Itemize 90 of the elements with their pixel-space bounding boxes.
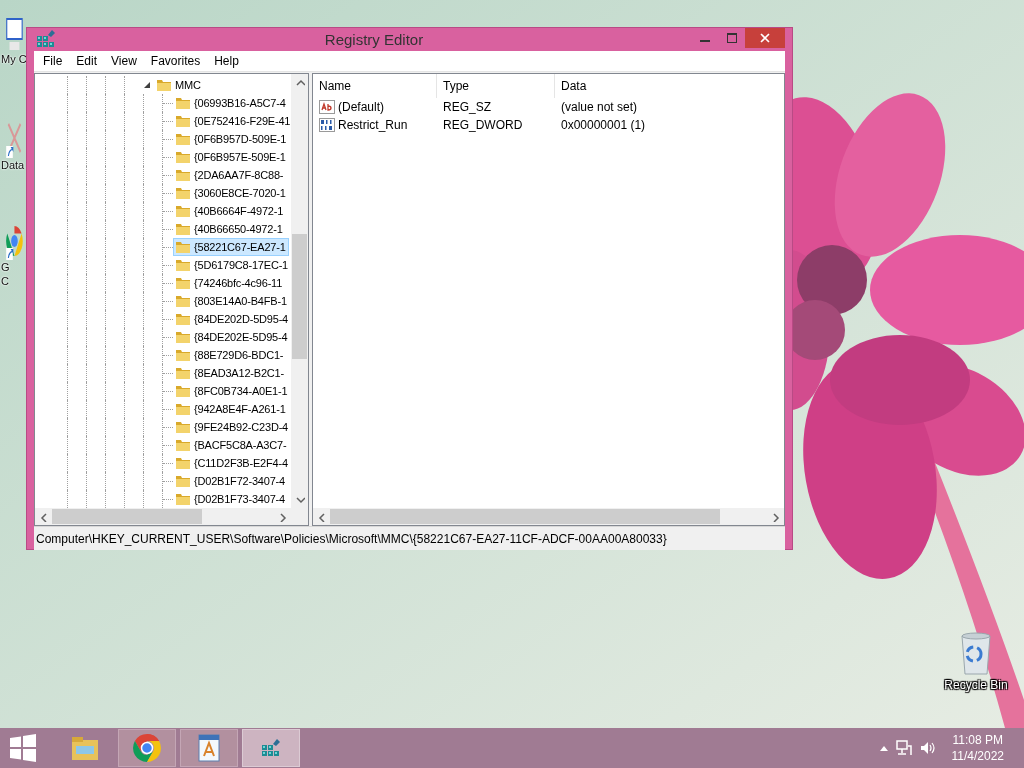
folder-icon [175,113,191,129]
folder-icon [156,77,172,93]
icon-label: Data [1,158,25,172]
windows-logo-icon [9,734,37,762]
menu-item[interactable]: Help [207,54,246,68]
value-name[interactable]: (Default) [313,98,437,116]
folder-icon [175,239,191,255]
registry-app-icon[interactable] [35,28,57,50]
tree-item[interactable]: {C11D2F3B-E2F4-4 [173,454,291,472]
tree-item[interactable]: {BACF5C8A-A3C7- [173,436,290,454]
folder-icon [175,185,191,201]
caret-up-icon [879,745,888,751]
tree-item[interactable]: {06993B16-A5C7-4 [173,94,289,112]
tree-item[interactable]: {3060E8CE-7020-1 [173,184,289,202]
tree-item[interactable]: {74246bfc-4c96-11 [173,274,286,292]
tree-item[interactable]: {8EAD3A12-B2C1- [173,364,287,382]
tree-item[interactable]: {9FE24B92-C23D-4 [173,418,291,436]
volume-icon[interactable] [919,740,936,756]
close-button[interactable] [745,28,785,48]
value-type: REG_SZ [442,99,492,116]
menu-item[interactable]: Favorites [143,54,208,68]
clock-date[interactable]: 11/4/2022 [951,748,1004,764]
registry-app-icon [260,737,282,759]
maximize-icon[interactable] [726,33,737,43]
folder-icon [175,257,191,273]
menu-item[interactable]: Edit [69,54,105,68]
folder-icon [175,383,191,399]
folder-icon [175,329,191,345]
value-name[interactable]: Restrict_Run [313,116,437,134]
tree-item[interactable]: MMC [154,76,204,94]
tree-item[interactable]: {58221C67-EA27-1 [173,238,289,256]
folder-icon [175,275,191,291]
tree-item[interactable]: {0E752416-F29E-41 [173,112,291,130]
tree-item[interactable]: {8FC0B734-A0E1-1 [173,382,291,400]
window-title: Registry Editor [323,30,425,48]
tree-item[interactable]: {D02B1F72-3407-4 [173,472,288,490]
taskbar-button[interactable] [180,729,238,767]
folder-icon [175,95,191,111]
value-type: REG_DWORD [442,117,524,134]
scrollbar-thumb[interactable] [292,234,307,359]
folder-icon [175,437,191,453]
taskbar-button[interactable] [118,729,176,767]
menu-item[interactable]: View [104,54,144,68]
tree-item[interactable]: {942A8E4F-A261-1 [173,400,289,418]
binary-value-icon [319,117,335,133]
folder-icon [175,455,191,471]
tree-item[interactable]: {84DE202E-5D95-4 [173,328,291,346]
tree-item[interactable]: {5D6179C8-17EC-1 [173,256,291,274]
show-hidden-icons-button[interactable] [879,745,888,751]
tree-item[interactable]: {88E729D6-BDC1- [173,346,287,364]
folder-icon [175,149,191,165]
folder-icon [175,293,191,309]
folder-icon [175,401,191,417]
folder-icon [175,311,191,327]
tree-item[interactable]: {803E14A0-B4FB-1 [173,292,290,310]
folder-icon [175,221,191,237]
expanded-arrow-icon[interactable] [143,81,151,89]
icon-label: C [1,274,9,288]
folder-icon [175,365,191,381]
value-data: 0x00000001 (1) [560,117,646,134]
network-icon[interactable] [895,740,912,756]
folder-icon [175,491,191,507]
tree-item[interactable]: {40B66650-4972-1 [173,220,286,238]
icon-label: My C [1,52,27,66]
folder-icon [175,473,191,489]
string-value-icon [319,99,335,115]
folder-icon [175,167,191,183]
tree-item[interactable]: {0F6B957D-509E-1 [173,130,290,148]
folder-icon [175,131,191,147]
folder-icon [175,347,191,363]
tree-item[interactable]: {40B6664F-4972-1 [173,202,287,220]
close-icon[interactable] [760,33,770,43]
column-header[interactable]: Name [313,74,437,98]
status-path: Computer\HKEY_CURRENT_USER\Software\Policies\Microsoft\MMC\{58221C67-EA27-11CF-ADCF-00AA00A80033} [35,531,667,546]
tree-item[interactable]: {2DA6AA7F-8C88- [173,166,287,184]
icon-label: G [1,260,10,274]
value-data: (value not set) [560,99,638,116]
chrome-icon [131,732,163,764]
menu-item[interactable]: File [36,54,70,68]
folder-icon [175,203,191,219]
tree-item[interactable]: {D02B1F73-3407-4 [173,490,288,508]
scrollbar-thumb[interactable] [330,509,720,524]
folder-icon [175,419,191,435]
column-header[interactable]: Type [437,74,555,98]
clock-time[interactable]: 11:08 PM [952,732,1003,748]
column-header[interactable]: Data [555,74,784,98]
scrollbar-thumb[interactable] [52,509,202,524]
tree-item[interactable]: {0F6B957E-509E-1 [173,148,289,166]
taskbar-button[interactable] [242,729,300,767]
tree-item[interactable]: {84DE202D-5D95-4 [173,310,291,328]
